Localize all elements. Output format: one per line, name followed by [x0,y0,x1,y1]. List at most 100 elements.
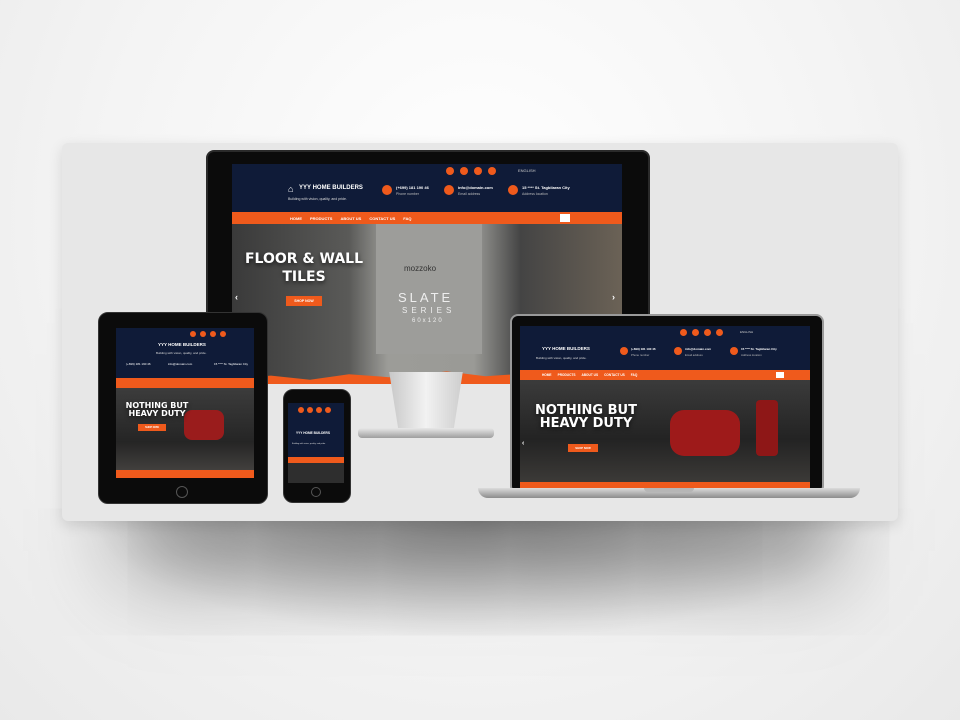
tablet-header: YYY HOME BUILDERS Building with vision, … [116,328,254,378]
tablet-hero: NOTHING BUT HEAVY DUTY SHOP NOW [116,388,254,478]
phone-number[interactable]: (+699) 181 190 46 [126,362,151,366]
user-icon[interactable] [488,167,496,175]
instagram-icon[interactable] [692,329,699,336]
tool-saw-image [670,410,740,456]
slider-next-icon[interactable]: › [612,292,615,302]
tablet-home-button[interactable] [176,486,188,498]
slider-prev-icon[interactable]: ‹ [522,440,524,447]
tile-brand-logo: mozzoko [404,264,437,273]
facebook-icon[interactable] [446,167,454,175]
hero-line1: FLOOR & WALL [244,251,363,267]
mail-icon[interactable] [704,329,711,336]
laptop: ENGLISH YYY HOME BUILDERS Building with … [478,314,860,500]
laptop-header: ENGLISH YYY HOME BUILDERS Building with … [520,326,810,370]
nav-about[interactable]: ABOUT US [581,373,598,377]
address-label: Address location [522,192,548,196]
brand-name: YYY HOME BUILDERS [296,431,330,435]
shop-now-button[interactable]: SHOP NOW [286,296,322,306]
phone-number[interactable]: (+699) 181 190 46 [631,347,656,351]
instagram-icon[interactable] [200,331,206,337]
nav-faq[interactable]: FAQ [403,216,411,221]
hero-line2: TILES [282,269,326,285]
product-size: 60x120 [412,318,444,324]
tablet: YYY HOME BUILDERS Building with vision, … [98,312,268,504]
nav-contact[interactable]: CONTACT US [369,216,395,221]
address-text: 15 **** St. Tagbilaran City [522,185,570,190]
laptop-screen: ENGLISH YYY HOME BUILDERS Building with … [520,326,810,488]
email-address[interactable]: info@domain.com [685,347,711,351]
phone-header: YYY HOME BUILDERS Building with vision, … [288,403,344,457]
mail-icon[interactable] [210,331,216,337]
slider-prev-icon[interactable]: ‹ [235,292,238,302]
shop-now-button[interactable]: SHOP NOW [568,444,598,452]
instagram-icon[interactable] [460,167,468,175]
language-select[interactable]: ENGLISH [740,330,753,334]
mail-icon[interactable] [316,407,322,413]
search-button[interactable] [776,372,784,378]
tile-panel [376,224,482,354]
facebook-icon[interactable] [680,329,687,336]
tool-image-right [756,400,778,456]
email-label: Email address [458,192,481,196]
monitor-stand [389,372,463,430]
brand-tagline: Building with vision, quality, and pride… [292,443,326,445]
phone-home-button[interactable] [311,487,321,497]
user-icon[interactable] [716,329,723,336]
mail-icon[interactable] [474,167,482,175]
address-text: 15 **** St. Tagbilaran City [741,347,777,351]
brand-tagline: Building with vision, quality, and pride… [156,351,207,355]
monitor-base [358,428,494,438]
phone-icon [382,185,392,195]
tablet-screen: YYY HOME BUILDERS Building with vision, … [116,328,254,478]
shop-now-button[interactable]: SHOP NOW [138,424,166,431]
phone-number[interactable]: (+699) 181 190 46 [396,185,429,190]
laptop-hero: NOTHING BUT HEAVY DUTY SHOP NOW ‹ [520,380,810,488]
hero-orange-edge [116,470,254,478]
facebook-icon[interactable] [298,407,304,413]
nav-faq[interactable]: FAQ [631,373,638,377]
smartphone: YYY HOME BUILDERS Building with vision, … [283,389,351,503]
brand-name: YYY HOME BUILDERS [158,342,206,347]
laptop-nav: HOME PRODUCTS ABOUT US CONTACT US FAQ [520,370,810,380]
tablet-nav [116,378,254,388]
email-address[interactable]: info@domain.com [168,362,192,366]
email-icon [444,185,454,195]
phone-label: Phone number [631,353,650,357]
email-icon [674,347,682,355]
hero-title: FLOOR & WALL TILES [232,252,380,284]
phone-icon [620,347,628,355]
laptop-notch [644,488,694,492]
monitor-header: ENGLISH ⌂ YYY HOME BUILDERS Building wit… [232,164,622,212]
nav-home[interactable]: HOME [290,216,302,221]
email-label: Email address [685,353,703,357]
nav-home[interactable]: HOME [542,373,552,377]
brand-tagline: Building with vision, quality, and pride… [288,197,347,201]
address-label: Address location [741,353,762,357]
brand-tagline: Building with vision, quality, and pride… [536,356,587,360]
email-address[interactable]: info@domain.com [458,185,493,190]
user-icon[interactable] [220,331,226,337]
house-logo-icon: ⌂ [288,184,294,194]
facebook-icon[interactable] [190,331,196,337]
phone-hero [288,463,344,483]
brand-name: YYY HOME BUILDERS [299,185,363,191]
user-icon[interactable] [325,407,331,413]
location-icon [508,185,518,195]
instagram-icon[interactable] [307,407,313,413]
brand-name: YYY HOME BUILDERS [542,346,590,351]
nav-about[interactable]: ABOUT US [340,216,361,221]
language-select[interactable]: ENGLISH [518,168,536,173]
nav-contact[interactable]: CONTACT US [604,373,625,377]
hero-line2: HEAVY DUTY [539,416,633,431]
phone-screen: YYY HOME BUILDERS Building with vision, … [288,403,344,483]
nav-products[interactable]: PRODUCTS [310,216,332,221]
hero-title: NOTHING BUT HEAVY DUTY [526,404,646,430]
nav-products[interactable]: PRODUCTS [558,373,576,377]
address-text: 15 **** St. Tagbilaran City [214,362,248,366]
hero-title: NOTHING BUT HEAVY DUTY [120,402,194,418]
product-line1: SLATE [398,290,454,305]
product-line2: SERIES [402,306,456,315]
search-button[interactable] [560,214,570,222]
phone-label: Phone number [396,192,419,196]
location-icon [730,347,738,355]
